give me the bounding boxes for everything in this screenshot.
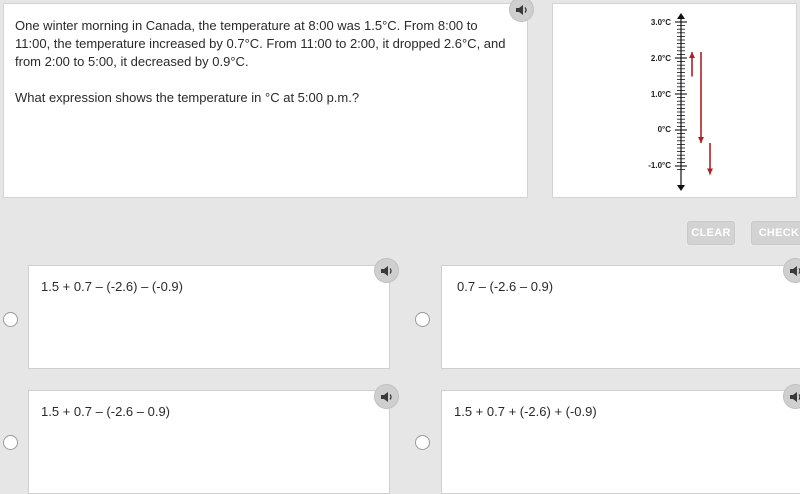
label-2-0: 2.0°C xyxy=(651,54,671,63)
axis-up-arrow xyxy=(677,13,685,19)
answer-audio-button-3[interactable] xyxy=(374,384,399,409)
thermometer-diagram: 3.0°C 2.0°C 1.0°C 0°C -1.0°C xyxy=(553,4,796,197)
arrow-increase-head xyxy=(689,52,695,58)
answer-option-1[interactable]: 1.5 + 0.7 – (-2.6) – (-0.9) xyxy=(28,265,390,369)
answer-radio-2[interactable] xyxy=(415,312,430,327)
speaker-icon xyxy=(789,265,800,277)
answer-text-3: 1.5 + 0.7 – (-2.6 – 0.9) xyxy=(41,404,170,419)
clear-button[interactable]: CLEAR xyxy=(687,221,735,245)
question-audio-button[interactable] xyxy=(509,0,534,22)
label-3-0: 3.0°C xyxy=(651,18,671,27)
answer-radio-1[interactable] xyxy=(3,312,18,327)
speaker-icon xyxy=(380,391,394,403)
speaker-icon xyxy=(515,4,529,16)
arrow-decrease-head xyxy=(707,169,713,175)
speaker-icon xyxy=(789,391,800,403)
question-paragraph-1: One winter morning in Canada, the temper… xyxy=(15,17,515,71)
label-neg-1-0: -1.0°C xyxy=(648,161,671,170)
speaker-icon xyxy=(380,265,394,277)
answer-radio-4[interactable] xyxy=(415,435,430,450)
answer-option-2[interactable]: 0.7 – (-2.6 – 0.9) xyxy=(441,265,800,369)
question-paragraph-2: What expression shows the temperature in… xyxy=(15,89,515,107)
answer-text-4: 1.5 + 0.7 + (-2.6) + (-0.9) xyxy=(454,404,597,419)
answer-text-2: 0.7 – (-2.6 – 0.9) xyxy=(457,279,553,294)
answer-text-1: 1.5 + 0.7 – (-2.6) – (-0.9) xyxy=(41,279,183,294)
check-button[interactable]: CHECK xyxy=(751,221,800,245)
answer-option-4[interactable]: 1.5 + 0.7 + (-2.6) + (-0.9) xyxy=(441,390,800,494)
thermometer-image-panel: 3.0°C 2.0°C 1.0°C 0°C -1.0°C xyxy=(552,3,797,198)
label-1-0: 1.0°C xyxy=(651,90,671,99)
question-text: One winter morning in Canada, the temper… xyxy=(15,17,515,107)
answer-audio-button-1[interactable] xyxy=(374,258,399,283)
answer-option-3[interactable]: 1.5 + 0.7 – (-2.6 – 0.9) xyxy=(28,390,390,494)
answer-radio-3[interactable] xyxy=(3,435,18,450)
label-0: 0°C xyxy=(658,125,672,134)
question-panel: One winter morning in Canada, the temper… xyxy=(3,3,528,198)
arrow-drop-head xyxy=(698,137,704,143)
axis-down-arrow xyxy=(677,185,685,191)
